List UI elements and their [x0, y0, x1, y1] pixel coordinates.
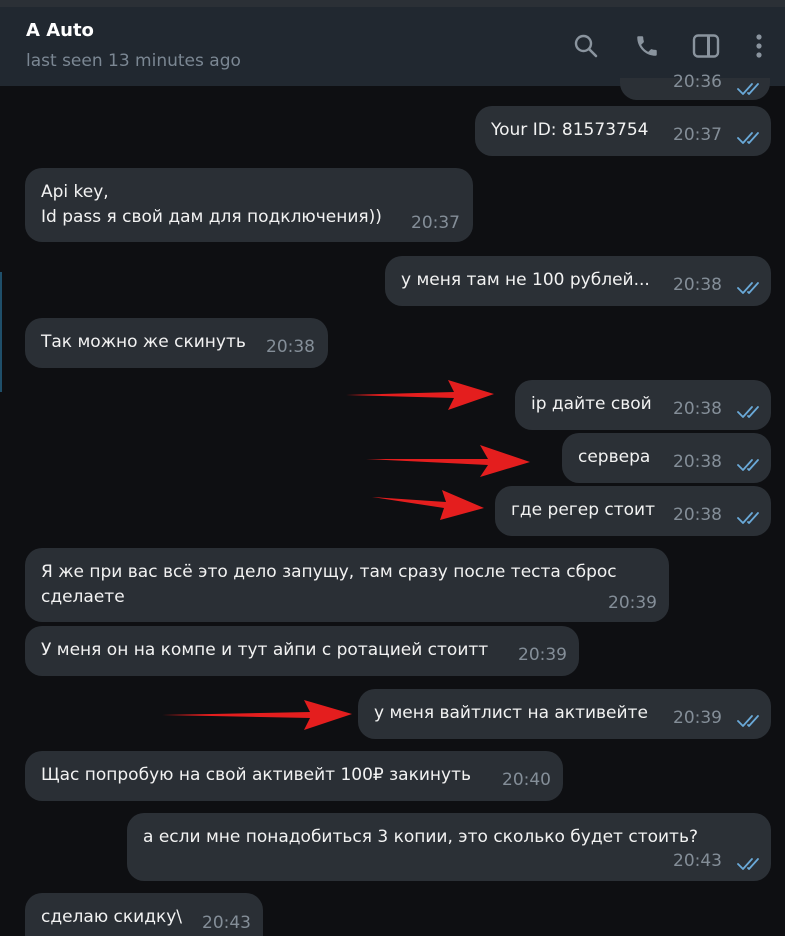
message-text: Your ID: 81573754 — [491, 120, 649, 140]
annotation-arrow — [372, 490, 484, 520]
chat-header: A Auto last seen 13 minutes ago — [0, 7, 785, 86]
message-bubble-incoming[interactable]: Api key, Id pass я свой дам для подключе… — [25, 168, 473, 242]
message-text: у меня там не 100 рублей... — [401, 270, 650, 290]
chat-window: A Auto last seen 13 minutes ago 20:36 Yo… — [0, 0, 785, 936]
message-time: 20:39 — [673, 708, 722, 728]
annotation-arrow — [346, 380, 494, 410]
message-bubble-outgoing[interactable]: Your ID: 81573754 — [475, 106, 771, 156]
read-ticks-icon — [737, 282, 759, 294]
read-ticks-icon — [737, 83, 759, 95]
message-text: Щас попробую на свой активейт 100₽ закин… — [41, 765, 472, 785]
read-ticks-icon — [737, 512, 759, 524]
message-time: 20:38 — [266, 337, 315, 357]
message-time: 20:39 — [518, 645, 567, 665]
sidebar-toggle-icon[interactable] — [691, 31, 721, 61]
window-top-bar — [0, 0, 785, 7]
more-vert-icon[interactable] — [744, 31, 774, 61]
message-list[interactable]: 20:36 Your ID: 81573754 20:37 Api key, I… — [0, 72, 785, 936]
message-text: у меня вайтлист на активейте — [374, 703, 648, 723]
annotation-arrow — [162, 700, 352, 730]
read-ticks-icon — [737, 132, 759, 144]
read-ticks-icon — [737, 715, 759, 727]
message-time: 20:38 — [673, 399, 722, 419]
message-bubble-incoming[interactable]: Я же при вас всё это дело запущу, там ср… — [25, 548, 669, 622]
scroll-edge-indicator — [0, 272, 2, 392]
message-text: ip дайте свой — [531, 394, 652, 414]
message-bubble-outgoing[interactable]: ip дайте свой — [515, 380, 771, 430]
annotation-arrow — [366, 445, 530, 477]
phone-icon[interactable] — [632, 31, 662, 61]
message-time: 20:38 — [673, 275, 722, 295]
search-icon[interactable] — [571, 31, 601, 61]
message-text: а если мне понадобиться 3 копии, это ско… — [143, 827, 699, 847]
message-text: Так можно же скинуть — [41, 332, 246, 352]
read-ticks-icon — [737, 406, 759, 418]
message-time: 20:36 — [673, 72, 722, 92]
message-time: 20:43 — [202, 913, 251, 933]
message-bubble-incoming[interactable]: Щас попробую на свой активейт 100₽ закин… — [25, 751, 563, 801]
message-time: 20:38 — [673, 505, 722, 525]
message-text: сервера — [578, 447, 651, 467]
read-ticks-icon — [737, 858, 759, 870]
message-time: 20:37 — [673, 125, 722, 145]
message-text: сделаю скидку\ — [41, 907, 183, 927]
message-text: Api key, Id pass я свой дам для подключе… — [41, 182, 382, 227]
message-text: где регер стоит — [511, 500, 655, 520]
chat-title[interactable]: A Auto — [26, 20, 94, 41]
message-bubble-outgoing[interactable]: где регер стоит — [495, 486, 771, 536]
message-text: У меня он на компе и тут айпи с ротацией… — [41, 640, 489, 660]
read-ticks-icon — [737, 459, 759, 471]
message-time: 20:37 — [411, 213, 460, 233]
message-time: 20:40 — [502, 770, 551, 790]
message-text: Я же при вас всё это дело запущу, там ср… — [41, 562, 617, 607]
message-time: 20:43 — [673, 851, 722, 871]
message-time: 20:38 — [673, 452, 722, 472]
message-bubble-incoming[interactable]: У меня он на компе и тут айпи с ротацией… — [25, 626, 579, 676]
message-time: 20:39 — [608, 593, 657, 613]
chat-last-seen-status: last seen 13 minutes ago — [26, 51, 241, 71]
